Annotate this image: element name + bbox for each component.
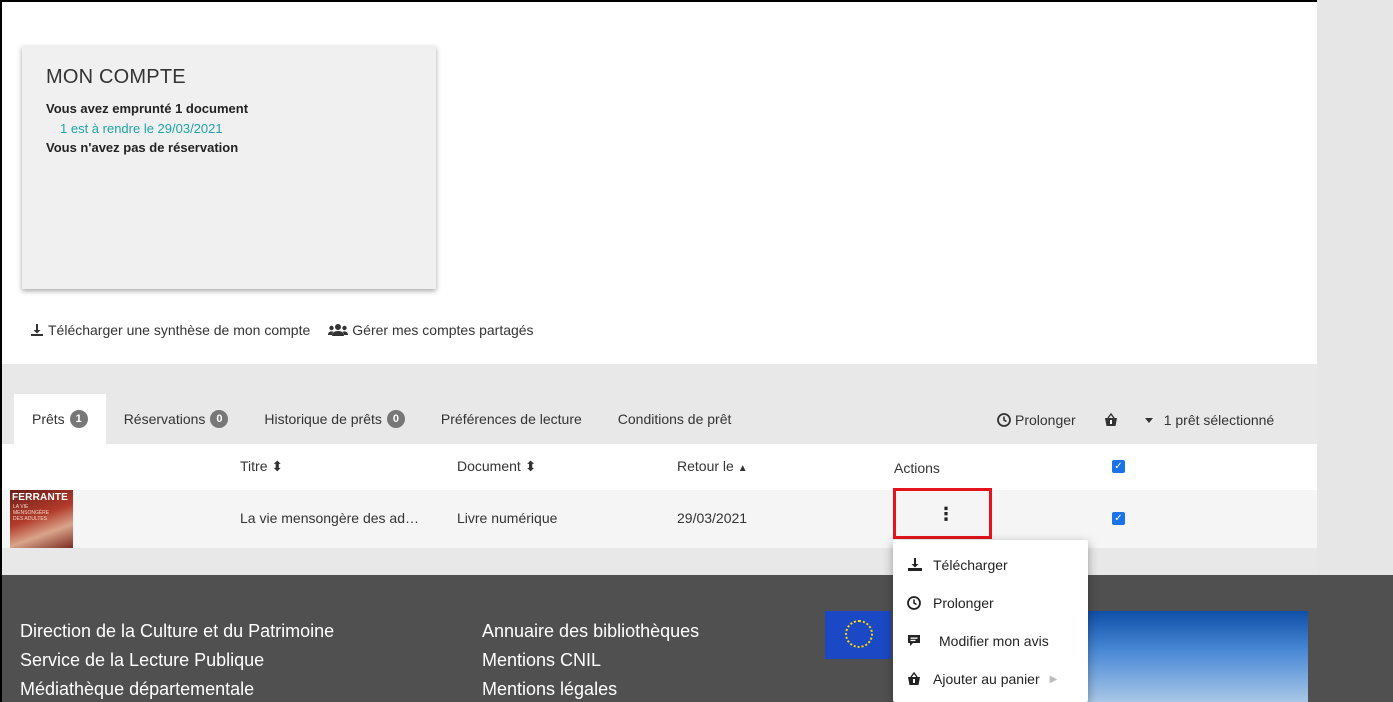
account-links: Télécharger une synthèse de mon compte G… bbox=[30, 322, 534, 338]
tab-loan-history-label: Historique de prêts bbox=[264, 411, 382, 427]
account-title: MON COMPTE bbox=[46, 66, 186, 88]
account-card: MON COMPTE Vous avez emprunté 1 document… bbox=[22, 46, 436, 289]
table-row: FERRANTE LA VIE MENSONGÈRE DES ADULTES L… bbox=[2, 490, 1317, 548]
footer-link[interactable]: Annuaire des bibliothèques bbox=[482, 617, 699, 646]
tab-loans[interactable]: Prêts 1 bbox=[14, 394, 106, 444]
tab-loan-history[interactable]: Historique de prêts 0 bbox=[246, 394, 423, 444]
shared-accounts-link[interactable]: Gérer mes comptes partagés bbox=[328, 322, 534, 338]
table-header: Titre ⬍ Document ⬍ Retour le ▲ Actions ✓ bbox=[2, 444, 1317, 490]
header-actions: Actions bbox=[894, 460, 940, 476]
loans-tabs: Prêts 1 Réservations 0 Historique de prê… bbox=[14, 394, 749, 444]
header-document[interactable]: Document ⬍ bbox=[457, 458, 536, 475]
comment-icon bbox=[907, 634, 923, 648]
loans-toolbar: Prolonger 1 prêt sélectionné bbox=[997, 412, 1274, 428]
tab-loan-conditions[interactable]: Conditions de prêt bbox=[600, 394, 750, 444]
book-cover[interactable]: FERRANTE LA VIE MENSONGÈRE DES ADULTES bbox=[10, 490, 73, 548]
right-gutter bbox=[1317, 0, 1393, 575]
download-icon bbox=[907, 558, 923, 572]
download-summary-label: Télécharger une synthèse de mon compte bbox=[48, 322, 311, 338]
sort-icon: ⬍ bbox=[524, 458, 537, 474]
tab-loans-count: 1 bbox=[69, 410, 88, 428]
tab-reading-preferences[interactable]: Préférences de lecture bbox=[423, 394, 600, 444]
select-all-checkbox[interactable]: ✓ bbox=[1112, 460, 1125, 473]
users-icon bbox=[328, 323, 349, 337]
basket-icon bbox=[1104, 413, 1118, 427]
menu-item-edit-review[interactable]: Modifier mon avis bbox=[907, 633, 1049, 649]
row-checkbox[interactable]: ✓ bbox=[1112, 512, 1125, 525]
shared-accounts-label: Gérer mes comptes partagés bbox=[352, 322, 534, 338]
clock-icon bbox=[907, 596, 923, 610]
borrowed-summary: Vous avez emprunté 1 document bbox=[46, 101, 249, 116]
download-icon bbox=[30, 323, 44, 337]
footer-link[interactable]: Service de la Lecture Publique bbox=[20, 646, 334, 675]
footer-link[interactable]: Mentions légales bbox=[482, 675, 699, 702]
actions-dropdown-menu: Télécharger Prolonger Modifier mon avis … bbox=[893, 540, 1088, 702]
caret-down-icon bbox=[1144, 415, 1154, 425]
tab-loan-conditions-label: Conditions de prêt bbox=[617, 411, 732, 427]
tab-loan-history-count: 0 bbox=[386, 410, 405, 428]
kebab-menu-icon[interactable]: ⋮ bbox=[937, 505, 955, 523]
tab-loans-label: Prêts bbox=[32, 411, 65, 427]
menu-item-add-to-basket[interactable]: Ajouter au panier ▶ bbox=[907, 671, 1057, 687]
footer-col-2: Annuaire des bibliothèques Mentions CNIL… bbox=[482, 617, 699, 702]
header-title[interactable]: Titre ⬍ bbox=[240, 458, 283, 475]
menu-item-renew[interactable]: Prolonger bbox=[907, 595, 994, 611]
tab-reservations-count: 0 bbox=[210, 410, 229, 428]
header-due-date[interactable]: Retour le ▲ bbox=[677, 458, 748, 474]
tab-reservations[interactable]: Réservations 0 bbox=[106, 394, 247, 444]
tab-reservations-label: Réservations bbox=[123, 411, 206, 427]
download-summary-link[interactable]: Télécharger une synthèse de mon compte bbox=[30, 322, 310, 338]
reservation-summary: Vous n'avez pas de réservation bbox=[46, 140, 239, 155]
basket-icon bbox=[907, 672, 923, 686]
sort-asc-icon: ▲ bbox=[737, 463, 748, 474]
footer-link[interactable]: Médiathèque départementale bbox=[20, 675, 334, 702]
tab-reading-preferences-label: Préférences de lecture bbox=[440, 411, 582, 427]
footer-link[interactable]: Direction de la Culture et du Patrimoine bbox=[20, 617, 334, 646]
add-to-basket-button[interactable] bbox=[1104, 413, 1118, 427]
account-panel: MON COMPTE Vous avez emprunté 1 document… bbox=[2, 2, 1317, 364]
row-document: Livre numérique bbox=[457, 510, 558, 526]
loans-tabs-area: Prêts 1 Réservations 0 Historique de prê… bbox=[2, 364, 1317, 444]
due-date-link[interactable]: 1 est à rendre le 29/03/2021 bbox=[46, 119, 412, 138]
eu-flag-logo bbox=[825, 611, 891, 659]
renew-button-label: Prolonger bbox=[1015, 412, 1076, 428]
loans-table: Titre ⬍ Document ⬍ Retour le ▲ Actions ✓… bbox=[2, 444, 1317, 548]
row-due-date: 29/03/2021 bbox=[677, 510, 748, 526]
footer-sky-image bbox=[1062, 611, 1308, 702]
footer: Direction de la Culture et du Patrimoine… bbox=[2, 575, 1393, 702]
sort-icon: ⬍ bbox=[271, 458, 284, 474]
clock-icon bbox=[997, 413, 1011, 427]
footer-link[interactable]: Mentions CNIL bbox=[482, 646, 699, 675]
menu-item-download[interactable]: Télécharger bbox=[907, 557, 1008, 573]
renew-button[interactable]: Prolonger bbox=[997, 412, 1076, 428]
selection-label: 1 prêt sélectionné bbox=[1163, 412, 1275, 428]
selection-dropdown[interactable]: 1 prêt sélectionné bbox=[1144, 412, 1275, 428]
row-title[interactable]: La vie mensongère des ad… bbox=[240, 510, 419, 526]
footer-col-1: Direction de la Culture et du Patrimoine… bbox=[20, 617, 334, 702]
chevron-right-icon: ▶ bbox=[1049, 673, 1058, 685]
